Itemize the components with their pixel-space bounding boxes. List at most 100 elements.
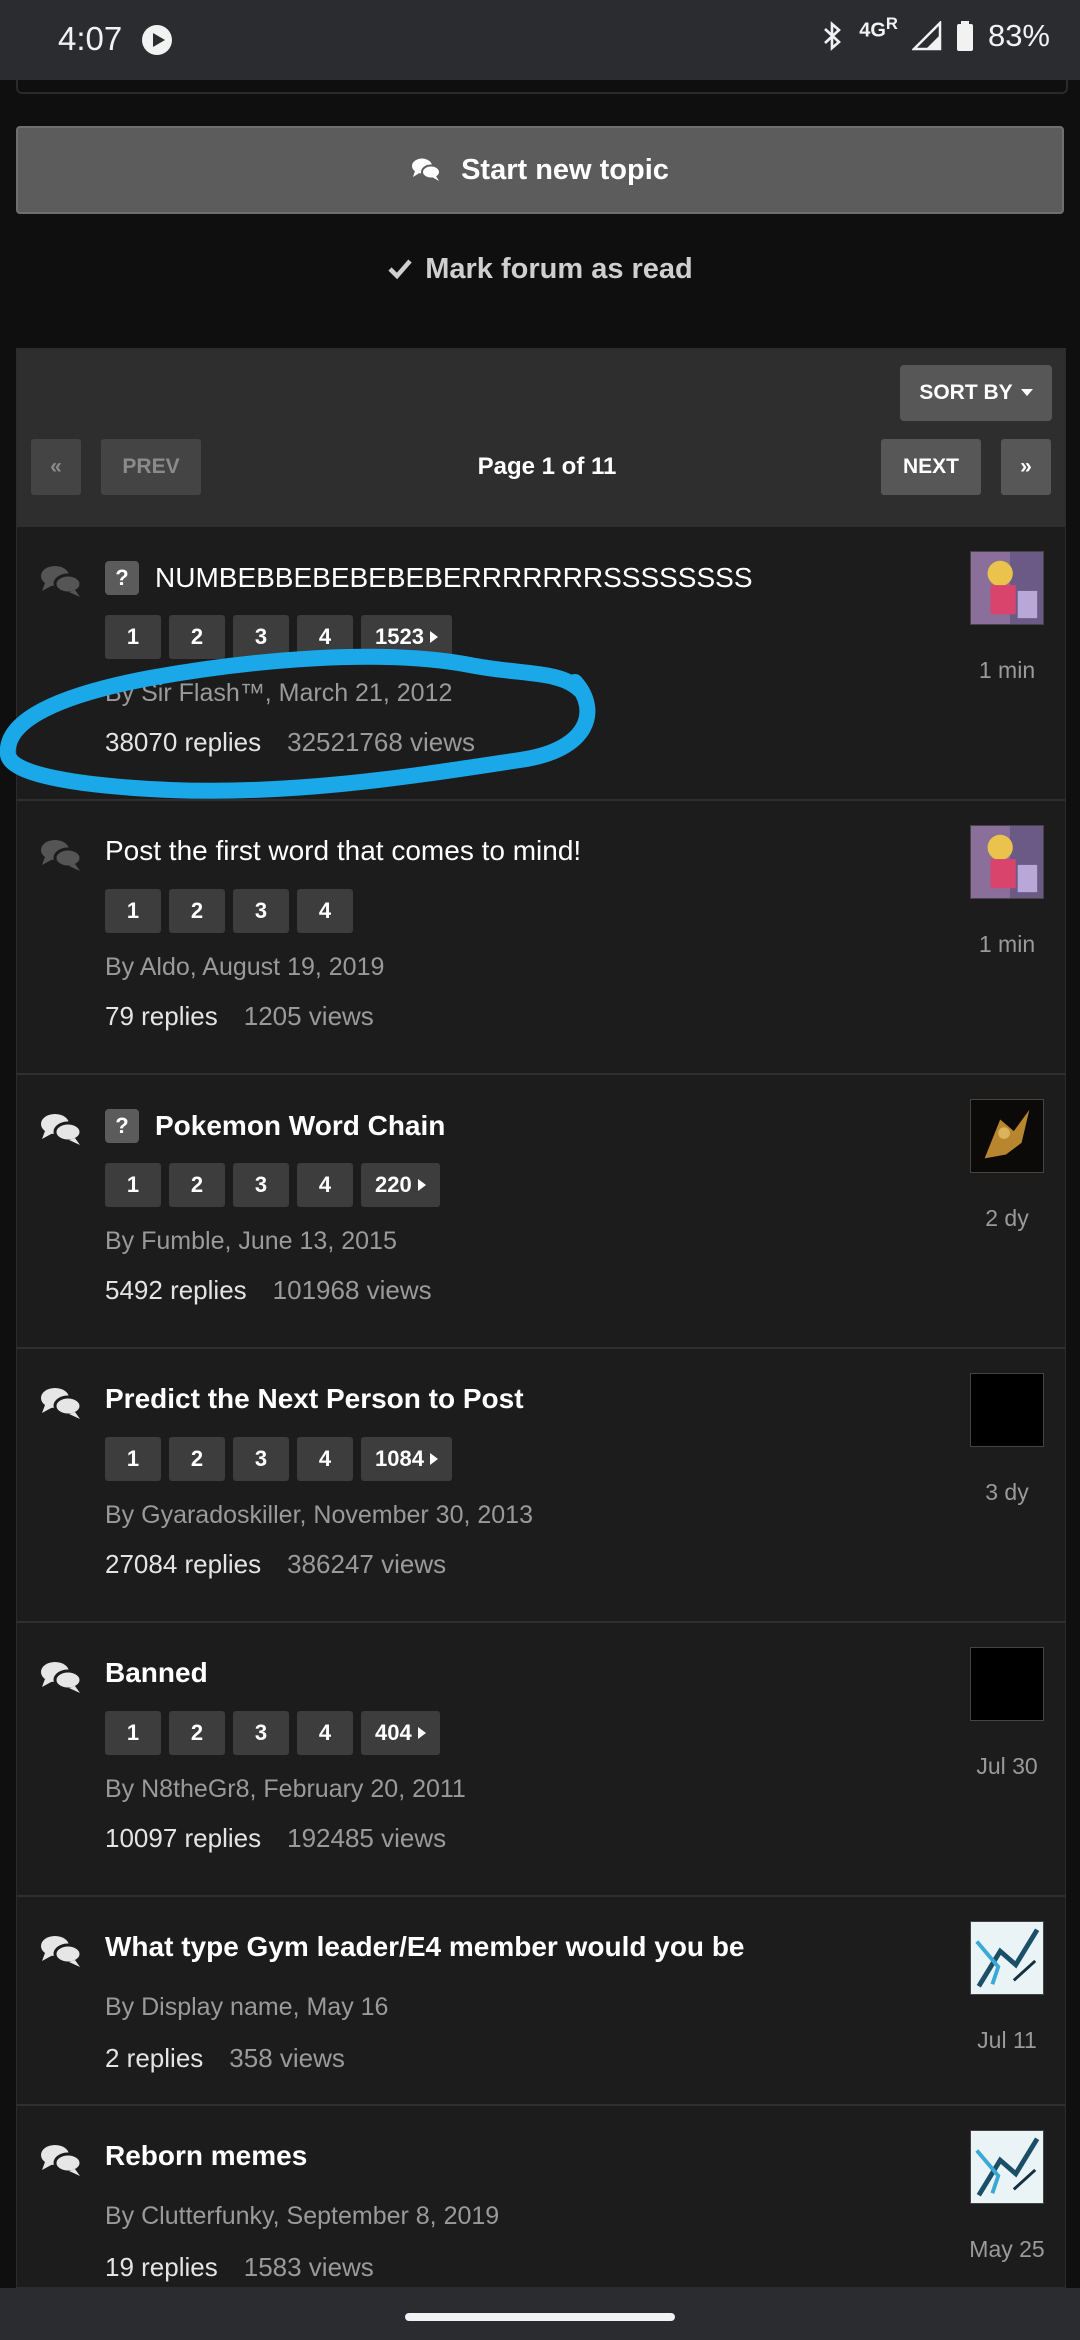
topic-title-link[interactable]: Post the first word that comes to mind! <box>105 835 581 867</box>
topic-page-button[interactable]: 1 <box>105 1437 161 1481</box>
topic-page-button[interactable]: 1 <box>105 615 161 659</box>
topic-page-button[interactable]: 3 <box>233 889 289 933</box>
sort-by-button[interactable]: SORT BY <box>900 365 1052 421</box>
mark-forum-read-link[interactable]: Mark forum as read <box>0 246 1080 292</box>
unread-topic-icon <box>39 1659 83 1695</box>
first-page-button[interactable]: « <box>31 439 81 495</box>
network-type: 4GR <box>859 13 898 42</box>
topic-list-panel: SORT BY « PREV Page 1 of 11 NEXT » ? NUMB… <box>16 348 1066 2288</box>
topic-page-button[interactable]: 4 <box>297 615 353 659</box>
topic-row[interactable]: ? NUMBEBBEBEBEBEBERRRRRRRSSSSSSSS 1 2 3 4 1523… <box>17 525 1065 799</box>
mark-forum-read-label: Mark forum as read <box>425 252 693 285</box>
topic-row[interactable]: Reborn memes By Clutterfunky, September 8… <box>17 2104 1065 2287</box>
topic-page-button[interactable]: 3 <box>233 1163 289 1207</box>
topic-page-button[interactable]: 3 <box>233 1711 289 1755</box>
last-poster-avatar[interactable] <box>970 2130 1044 2204</box>
topic-stats: 79 replies 1205 views <box>105 1001 374 1032</box>
question-badge-icon: ? <box>105 561 139 595</box>
last-poster-avatar[interactable] <box>970 1921 1044 1995</box>
topic-page-button[interactable]: 4 <box>297 1711 353 1755</box>
reply-count: 2 replies <box>105 2043 204 2073</box>
last-post-time[interactable]: 1 min <box>917 931 1065 958</box>
topic-title-link[interactable]: Pokemon Word Chain <box>155 1110 445 1142</box>
last-post-time[interactable]: May 25 <box>917 2236 1065 2263</box>
view-count: 358 views <box>229 2043 345 2073</box>
last-post-time[interactable]: 1 min <box>917 657 1065 684</box>
topic-title-link[interactable]: What type Gym leader/E4 member would you… <box>105 1931 745 1963</box>
topic-stats: 38070 replies 32521768 views <box>105 727 475 758</box>
topic-page-button[interactable]: 1 <box>105 1163 161 1207</box>
topic-page-button[interactable]: 3 <box>233 1437 289 1481</box>
reply-count: 10097 replies <box>105 1823 262 1853</box>
topic-last-page-button[interactable]: 404 <box>361 1711 440 1755</box>
unread-topic-icon <box>39 1933 83 1969</box>
topic-page-button[interactable]: 4 <box>297 1437 353 1481</box>
topic-title-row: Post the first word that comes to mind! <box>105 835 581 867</box>
prev-page-button[interactable]: PREV <box>101 439 201 495</box>
home-gesture-handle[interactable] <box>405 2313 675 2321</box>
topic-title-link[interactable]: Predict the Next Person to Post <box>105 1383 524 1415</box>
topic-title-link[interactable]: Reborn memes <box>105 2140 307 2172</box>
view-count: 32521768 views <box>287 727 476 757</box>
battery-icon <box>956 21 973 51</box>
caret-down-icon <box>1020 389 1033 396</box>
page-indicator: Page 1 of 11 <box>477 453 617 480</box>
reply-count: 5492 replies <box>105 1275 247 1305</box>
last-poster-avatar[interactable] <box>970 825 1044 899</box>
last-poster-avatar[interactable] <box>970 1647 1044 1721</box>
topic-page-links: 1 2 3 4 1084 <box>105 1437 452 1481</box>
topic-row[interactable]: Post the first word that comes to mind! 1… <box>17 799 1065 1073</box>
topic-byline: By Aldo, August 19, 2019 <box>105 953 385 981</box>
topic-title-link[interactable]: Banned <box>105 1657 208 1689</box>
topic-page-button[interactable]: 1 <box>105 889 161 933</box>
caret-right-icon <box>417 1179 426 1191</box>
topic-page-button[interactable]: 4 <box>297 889 353 933</box>
last-post-time[interactable]: 3 dy <box>917 1479 1065 1506</box>
view-count: 192485 views <box>287 1823 447 1853</box>
reply-count: 38070 replies <box>105 727 262 757</box>
topic-title-row: What type Gym leader/E4 member would you… <box>105 1931 745 1963</box>
last-page-button[interactable]: » <box>1001 439 1051 495</box>
last-post-time[interactable]: Jul 30 <box>917 1753 1065 1780</box>
reply-count: 19 replies <box>105 2252 218 2282</box>
topic-row[interactable]: What type Gym leader/E4 member would you… <box>17 1895 1065 2104</box>
topic-stats: 5492 replies 101968 views <box>105 1275 432 1306</box>
checkmark-icon <box>388 259 412 280</box>
topic-row[interactable]: Banned 1 2 3 4 404 By N8theGr8, February 20, 2… <box>17 1621 1065 1895</box>
topic-title-link[interactable]: NUMBEBBEBEBEBEBERRRRRRRSSSSSSSS <box>155 562 753 594</box>
last-post-time[interactable]: 2 dy <box>917 1205 1065 1232</box>
read-topic-icon <box>39 837 83 873</box>
last-poster-avatar[interactable] <box>970 1099 1044 1173</box>
topic-byline: By Sir Flash™, March 21, 2012 <box>105 679 453 707</box>
topic-byline: By Gyaradoskiller, November 30, 2013 <box>105 1501 533 1529</box>
topic-last-page-button[interactable]: 220 <box>361 1163 440 1207</box>
topic-page-button[interactable]: 1 <box>105 1711 161 1755</box>
signal-icon <box>911 21 942 51</box>
view-count: 1583 views <box>243 2252 374 2282</box>
topic-page-button[interactable]: 2 <box>169 1437 225 1481</box>
topic-stats: 2 replies 358 views <box>105 2043 345 2074</box>
status-icons: 4GR 83% <box>821 14 1050 54</box>
topic-last-page-button[interactable]: 1084 <box>361 1437 452 1481</box>
topic-title-row: Reborn memes <box>105 2140 307 2172</box>
last-post-time[interactable]: Jul 11 <box>917 2027 1065 2054</box>
last-poster-avatar[interactable] <box>970 551 1044 625</box>
topic-page-button[interactable]: 4 <box>297 1163 353 1207</box>
topic-page-links: 1 2 3 4 404 <box>105 1711 440 1755</box>
topic-row[interactable]: ? Pokemon Word Chain 1 2 3 4 220 By Fumble, Jun… <box>17 1073 1065 1347</box>
topic-byline: By N8theGr8, February 20, 2011 <box>105 1775 466 1803</box>
view-count: 386247 views <box>287 1549 447 1579</box>
topic-row[interactable]: Predict the Next Person to Post 1 2 3 4 1084 B… <box>17 1347 1065 1621</box>
topic-page-button[interactable]: 2 <box>169 1163 225 1207</box>
topic-page-button[interactable]: 2 <box>169 889 225 933</box>
start-new-topic-button[interactable]: Start new topic <box>16 126 1064 214</box>
next-page-button[interactable]: NEXT <box>881 439 981 495</box>
last-poster-avatar[interactable] <box>970 1373 1044 1447</box>
topic-byline: By Display name, May 16 <box>105 1993 389 2021</box>
read-topic-icon <box>39 563 83 599</box>
topic-page-button[interactable]: 2 <box>169 615 225 659</box>
topic-page-button[interactable]: 3 <box>233 615 289 659</box>
topic-last-page-button[interactable]: 1523 <box>361 615 452 659</box>
caret-right-icon <box>417 1727 426 1739</box>
topic-page-button[interactable]: 2 <box>169 1711 225 1755</box>
